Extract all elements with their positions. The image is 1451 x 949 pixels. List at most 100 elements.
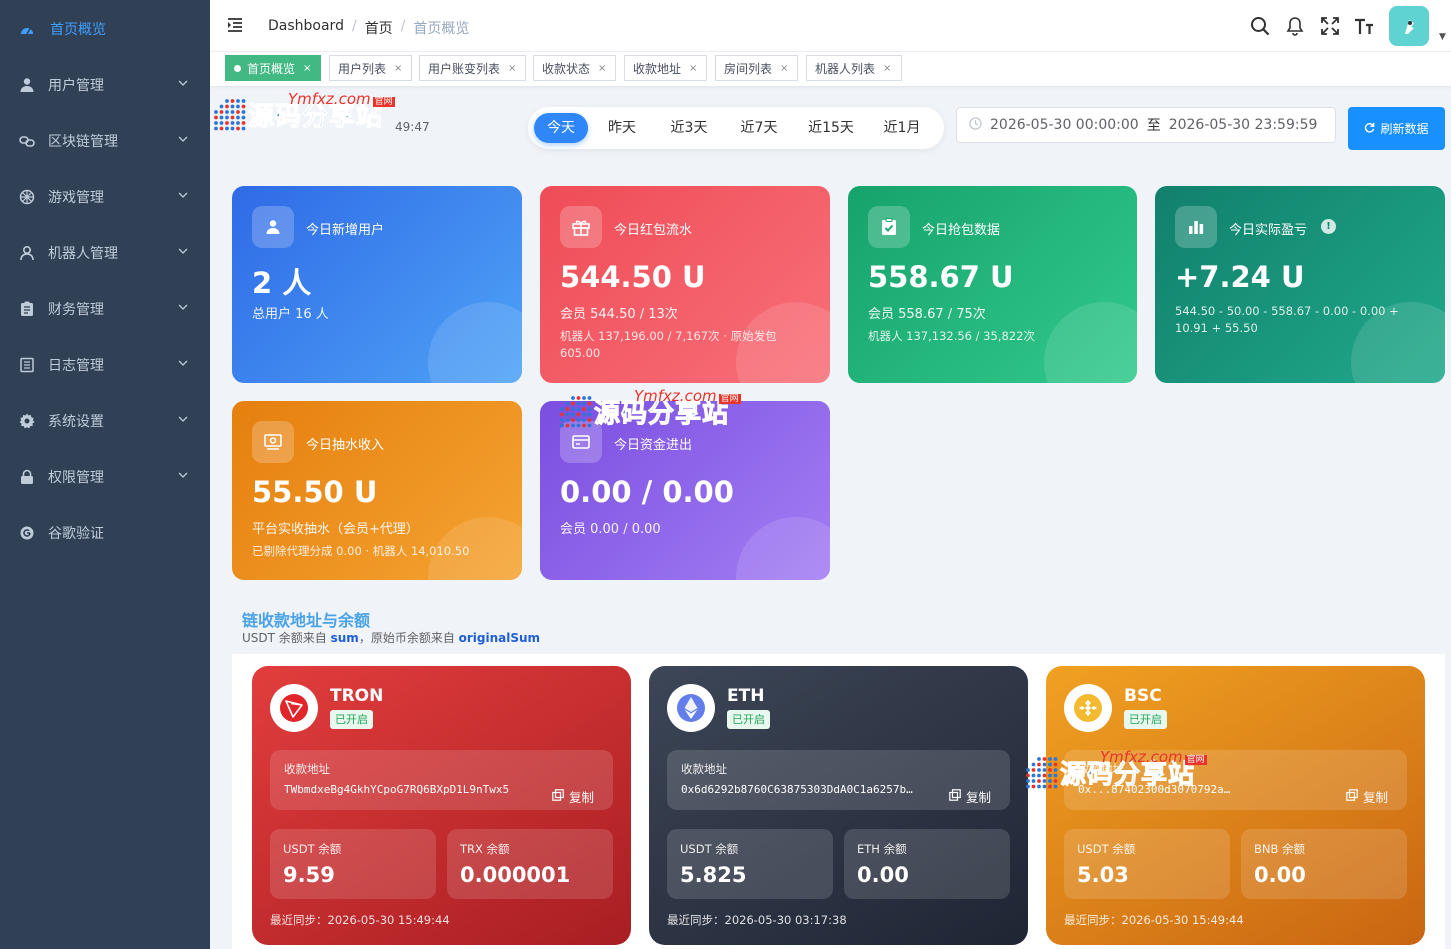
avatar[interactable] — [1389, 6, 1429, 46]
tab-6[interactable]: 机器人列表 × — [806, 55, 902, 81]
fullscreen-icon[interactable] — [1321, 17, 1339, 39]
tab-5[interactable]: 房间列表 × — [715, 55, 798, 81]
breadcrumb-item-dashboard[interactable]: Dashboard — [268, 18, 344, 38]
copy-button[interactable]: 复制 — [949, 787, 991, 806]
stat-title: 今日红包流水 — [614, 223, 693, 238]
stat-card-0: 今日新增用户 2 人总用户 16 人 — [232, 186, 522, 383]
sidebar-item-label: 财务管理 — [48, 302, 104, 318]
refresh-button[interactable]: 刷新数据 — [1348, 107, 1445, 150]
sidebar-item-label: 游戏管理 — [48, 190, 104, 206]
tab-label: 收款状态 — [542, 61, 591, 76]
watermark-logo: Ymfxz.com 官网 源码分享站 — [1024, 748, 1207, 791]
status-badge: 已开启 — [330, 710, 373, 729]
section-title: 链收款地址与余额 — [242, 611, 371, 630]
chain-card-bsc: BSC 已开启 收款地址 0x...87402300d3070792a… 复制 USDT … — [1046, 666, 1425, 945]
decor-circle — [736, 517, 830, 580]
stat-detail: 机器人 137,196.00 / 7,167次 · 原始发包 605.00 — [560, 329, 777, 360]
sidebar-item-0[interactable]: 首页概览 — [0, 1, 210, 57]
address-label: 收款地址 — [681, 762, 727, 776]
range-tab-3[interactable]: 近7天 — [729, 113, 789, 143]
close-icon[interactable]: × — [689, 63, 697, 74]
user-icon — [252, 206, 294, 248]
copy-button[interactable]: 复制 — [552, 787, 594, 806]
tab-1[interactable]: 用户列表 × — [329, 55, 412, 81]
sidebar-item-3[interactable]: 游戏管理 — [0, 169, 210, 225]
watermark-domain: Ymfxz.com 官网 — [634, 387, 741, 405]
address-label: 收款地址 — [284, 762, 330, 776]
robot-icon — [19, 245, 35, 261]
address-value: TWbmdxeBg4GkhYCpoG7RQ6BXpD1L9nTwx5 — [284, 783, 510, 796]
stat-card-4: 今日抽水收入 55.50 U 平台实收抽水（会员+代理） 已剔除代理分成 0.00 ·… — [232, 401, 522, 580]
tab-label: 收款地址 — [633, 61, 682, 76]
copy-icon — [552, 789, 564, 804]
date-range-picker[interactable]: 2026-05-30 00:00:00 至 2026-05-30 23:59:5… — [956, 107, 1336, 143]
watermark-domain: Ymfxz.com 官网 — [288, 90, 395, 108]
chain-name: ETH — [727, 686, 765, 706]
tab-2[interactable]: 用户账变列表 × — [419, 55, 526, 81]
sidebar-item-4[interactable]: 机器人管理 — [0, 225, 210, 281]
info-icon[interactable]: ! — [1321, 219, 1336, 234]
chain-card-eth: ETH 已开启 收款地址 0x6d6292b8760C63875303DdA0C1a6… — [649, 666, 1028, 945]
range-tab-4[interactable]: 近15天 — [798, 113, 864, 143]
tab-4[interactable]: 收款地址 × — [624, 55, 707, 81]
close-icon[interactable]: × — [394, 63, 402, 74]
stat-detail: 544.50 - 50.00 - 558.67 - 0.00 - 0.00 + … — [1175, 304, 1399, 335]
tab-3[interactable]: 收款状态 × — [533, 55, 616, 81]
stat-detail: 机器人 137,132.56 / 35,822次 — [868, 329, 1035, 343]
last-sync: 最近同步：2026-05-30 15:49:44 — [1064, 913, 1244, 927]
close-icon[interactable]: × — [508, 63, 516, 74]
range-tab-5[interactable]: 近1月 — [875, 113, 929, 143]
stat-card-3: 今日实际盈亏 +7.24 U! 544.50 - 50.00 - 558.67 - … — [1155, 186, 1445, 383]
close-icon[interactable]: × — [883, 63, 891, 74]
sidebar-item-9[interactable]: 谷歌验证 — [0, 505, 210, 561]
tab-label: 房间列表 — [724, 61, 773, 76]
sidebar-item-2[interactable]: 区块链管理 — [0, 113, 210, 169]
range-tab-2[interactable]: 近3天 — [659, 113, 719, 143]
tags-view: 首页概览 × 用户列表 × 用户账变列表 × 收款状态 × 收款地址 × 房间列表 × 机器人列表 × — [210, 52, 1451, 86]
bar-chart-icon — [1175, 206, 1217, 248]
font-size-icon[interactable] — [1354, 17, 1374, 39]
copy-button[interactable]: 复制 — [1346, 787, 1388, 806]
usdt-balance: USDT 余额 5.825 — [667, 829, 833, 899]
sidebar-item-label: 权限管理 — [48, 470, 104, 486]
chevron-down-icon — [177, 245, 189, 257]
address-box: 收款地址 0x6d6292b8760C63875303DdA0C1a6257b… 复… — [667, 750, 1010, 810]
date-start[interactable]: 2026-05-30 00:00:00 — [990, 117, 1139, 133]
top-navbar: Dashboard / 首页 / 首页概览 ▼ — [210, 0, 1451, 52]
stat-subtext: 会员 544.50 / 13次 — [560, 307, 678, 322]
stat-title: 今日抢包数据 — [922, 223, 1001, 238]
breadcrumb-item-current: 首页概览 — [413, 21, 470, 37]
sidebar-item-5[interactable]: 财务管理 — [0, 281, 210, 337]
lock-icon — [19, 469, 35, 485]
sidebar-item-label: 谷歌验证 — [48, 526, 104, 542]
close-icon[interactable]: × — [598, 63, 606, 74]
active-dot — [234, 64, 241, 72]
date-end[interactable]: 2026-05-30 23:59:59 — [1169, 117, 1318, 133]
bnb-icon — [1064, 684, 1112, 732]
close-icon[interactable]: × — [780, 63, 788, 74]
sidebar-item-8[interactable]: 权限管理 — [0, 449, 210, 505]
sidebar-item-6[interactable]: 日志管理 — [0, 337, 210, 393]
sidebar-item-label: 区块链管理 — [48, 134, 118, 150]
sidebar-item-1[interactable]: 用户管理 — [0, 57, 210, 113]
last-sync: 最近同步：2026-05-30 03:17:38 — [667, 913, 847, 927]
range-tab-0[interactable]: 今天 — [534, 113, 588, 143]
chevron-down-icon[interactable]: ▼ — [1439, 32, 1446, 42]
hamburger-icon[interactable] — [227, 17, 243, 33]
tab-label: 用户账变列表 — [428, 61, 501, 76]
breadcrumb-item-home[interactable]: 首页 — [365, 18, 393, 38]
gift-icon — [560, 206, 602, 248]
stat-card-2: 今日抢包数据 558.67 U 会员 558.67 / 75次 机器人 137,132… — [848, 186, 1137, 383]
close-icon[interactable]: × — [303, 63, 311, 74]
user-icon — [19, 77, 35, 93]
range-tab-1[interactable]: 昨天 — [596, 113, 648, 143]
stat-value: 55.50 U — [252, 475, 378, 509]
search-icon[interactable] — [1250, 16, 1270, 40]
bell-icon[interactable] — [1286, 16, 1304, 40]
sidebar-item-7[interactable]: 系统设置 — [0, 393, 210, 449]
sidebar-item-label: 系统设置 — [48, 414, 104, 430]
tab-0[interactable]: 首页概览 × — [225, 55, 321, 81]
tron-icon — [270, 684, 318, 732]
tab-label: 用户列表 — [338, 61, 387, 76]
copy-icon — [949, 789, 961, 804]
